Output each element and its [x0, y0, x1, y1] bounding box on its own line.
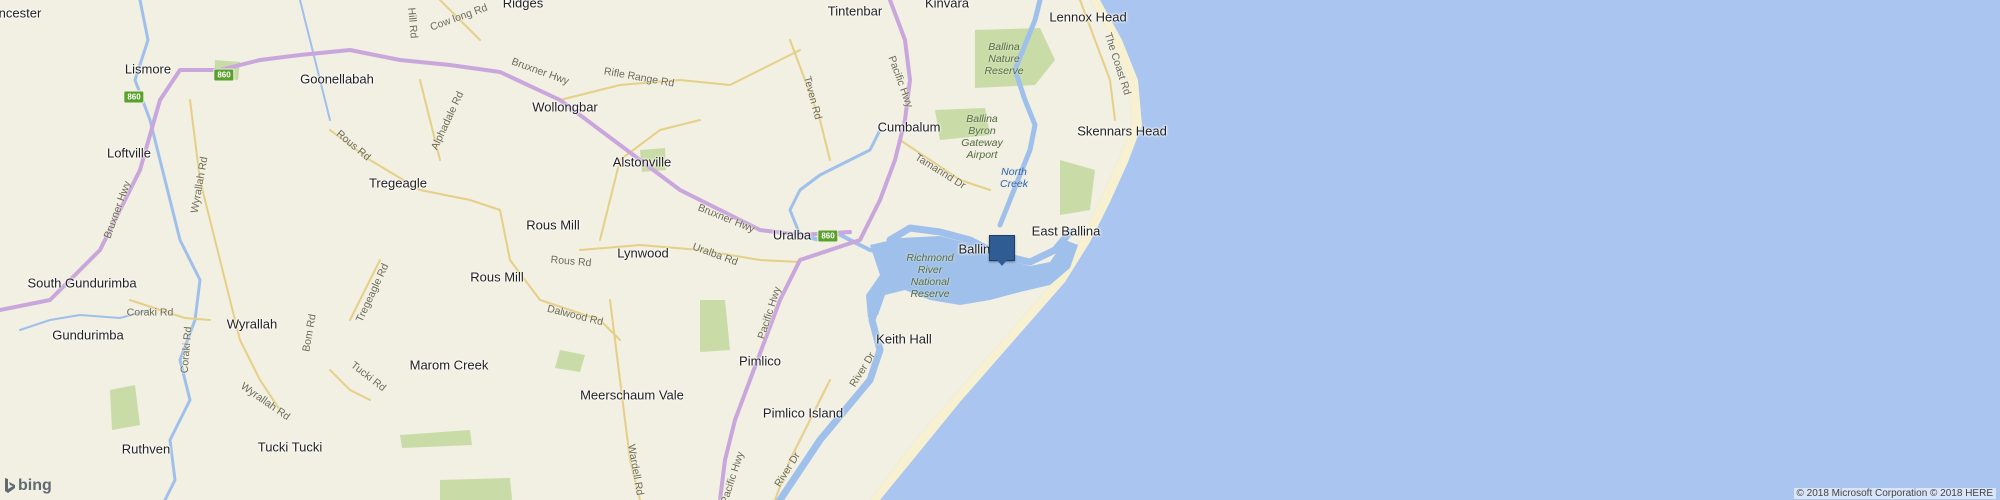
town-label-lynwood: Lynwood — [617, 245, 669, 261]
town-label-ridges: Ridges — [502, 0, 544, 11]
town-label-ruthven: Ruthven — [121, 441, 171, 457]
town-label-goonellabah: Goonellabah — [300, 71, 374, 87]
town-label-marom-creek: Marom Creek — [409, 357, 489, 373]
town-label-rous-mill: Rous Mill — [526, 217, 580, 233]
park-label-richmond-river-reserve: Richmond River National Reserve — [906, 252, 954, 300]
town-label-tregeagle: Tregeagle — [368, 175, 428, 191]
park-west-3 — [110, 385, 140, 430]
town-label-pimlico-island: Pimlico Island — [762, 405, 844, 421]
route-shield: 860 — [817, 229, 839, 243]
town-label-loftville: Loftville — [106, 145, 152, 161]
town-label-alstonville: Alstonville — [612, 154, 672, 170]
road-label-hill-rd: Hill Rd — [405, 7, 420, 39]
map-canvas[interactable]: 860 860 860 ncester Lismore Goonellabah … — [0, 0, 2000, 500]
park-label-ballina-nature-reserve: Ballina Nature Reserve — [984, 41, 1024, 77]
town-label-cumbalum: Cumbalum — [877, 119, 941, 135]
town-label-tintenbar: Tintenbar — [827, 3, 883, 19]
town-label-east-ballina: East Ballina — [1031, 223, 1101, 239]
town-label-keith-hall: Keith Hall — [876, 331, 932, 347]
location-pin[interactable] — [989, 235, 1015, 266]
town-label-uralba: Uralba — [772, 227, 812, 243]
town-label-kinvara: Kinvara — [924, 0, 970, 11]
road-label-coraki-rd: Coraki Rd — [126, 306, 174, 319]
town-label-wyrallah: Wyrallah — [226, 316, 278, 332]
park-west-5 — [440, 478, 512, 500]
town-label-wollongbar: Wollongbar — [532, 99, 598, 115]
bing-logo: bing — [4, 475, 52, 497]
town-label-lanchester: ncester — [0, 5, 42, 21]
route-shield: 860 — [123, 90, 145, 104]
town-label-gundurimba: Gundurimba — [52, 327, 124, 343]
water-label-north-creek: North Creek — [999, 166, 1029, 190]
town-label-lismore: Lismore — [124, 61, 172, 77]
town-label-rous-mill: Rous Mill — [470, 269, 524, 285]
town-label-lennox-head: Lennox Head — [1049, 9, 1127, 25]
town-label-tucki-tucki: Tucki Tucki — [257, 439, 323, 455]
town-label-south-gundurimba: South Gundurimba — [27, 275, 137, 291]
town-label-meerschaum-vale: Meerschaum Vale — [580, 387, 684, 403]
park-west-1 — [700, 300, 730, 352]
copyright-text: © 2018 Microsoft Corporation © 2018 HERE — [1793, 488, 1996, 499]
park-label-airport: Ballina Byron Gateway Airport — [961, 113, 1003, 161]
route-shield: 860 — [213, 68, 235, 82]
bing-logo-text: bing — [18, 477, 52, 494]
bing-icon — [5, 478, 15, 493]
town-label-pimlico: Pimlico — [739, 353, 781, 369]
town-label-skennars-head: Skennars Head — [1077, 123, 1167, 139]
